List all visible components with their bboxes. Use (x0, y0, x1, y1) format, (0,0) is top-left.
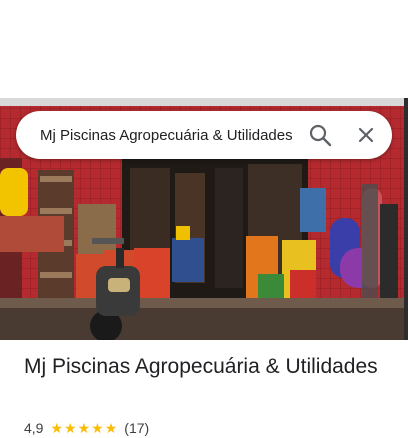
rating-value: 4,9 (24, 420, 44, 436)
search-icon (304, 124, 338, 154)
search-bar (16, 111, 392, 159)
star-icon: ★ (50, 420, 64, 436)
star-icon: ★ (91, 420, 104, 436)
star-icon: ★ (104, 420, 118, 436)
star-icon: ★ (64, 420, 77, 436)
top-blank-area (0, 0, 408, 98)
close-icon (350, 127, 382, 154)
close-button[interactable] (350, 119, 382, 151)
place-title: Mj Piscinas Agropecuária & Utilidades (24, 355, 378, 378)
review-count[interactable]: (17) (124, 420, 149, 436)
rating-stars: ★ ★ ★ ★ ★ (50, 421, 118, 435)
star-icon: ★ (77, 420, 91, 436)
rating-row[interactable]: 4,9 ★ ★ ★ ★ ★ (17) (24, 418, 149, 438)
search-button[interactable] (304, 119, 338, 151)
search-input[interactable] (40, 111, 304, 159)
photo-edge (404, 98, 408, 340)
